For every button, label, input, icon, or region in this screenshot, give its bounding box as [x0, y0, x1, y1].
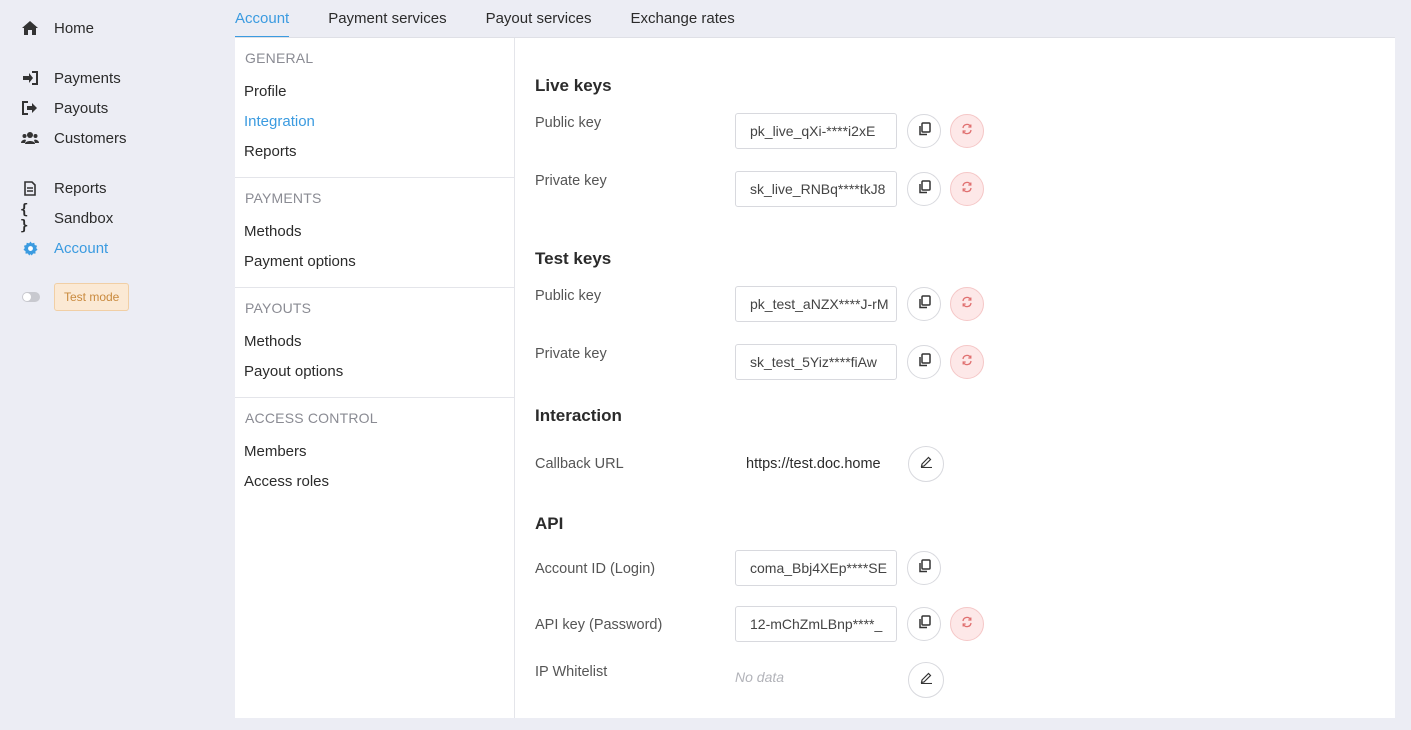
nav-item-customers[interactable]: Customers: [20, 126, 127, 150]
refresh-icon: [961, 353, 973, 371]
divider: [235, 177, 514, 178]
nav-item-label: Payments: [54, 69, 121, 87]
regenerate-button[interactable]: [950, 114, 984, 148]
nav-item-label: Account: [54, 239, 109, 257]
interaction-title: Interaction: [535, 406, 622, 425]
sign-out-icon: [20, 98, 40, 118]
copy-icon: [918, 294, 931, 314]
pencil-icon: [920, 455, 933, 473]
copy-button[interactable]: [907, 607, 941, 641]
subnav-item-profile[interactable]: Profile: [244, 83, 287, 100]
section-heading-access-control: ACCESS CONTROL: [245, 410, 378, 426]
copy-icon: [918, 614, 931, 634]
nav-item-label: Reports: [54, 179, 107, 197]
refresh-icon: [961, 122, 973, 140]
test-keys-title: Test keys: [535, 249, 612, 268]
callback-url-label: Callback URL: [535, 456, 624, 472]
subnav-item-payment-options[interactable]: Payment options: [244, 253, 356, 270]
braces-icon: { }: [20, 202, 29, 234]
account-id-label: Account ID (Login): [535, 561, 656, 577]
api-key-label: API key (Password): [535, 617, 663, 633]
test-mode-badge[interactable]: Test mode: [54, 283, 130, 311]
live-public-key-label: Public key: [535, 115, 602, 131]
refresh-icon: [961, 615, 973, 633]
gear-icon: [20, 238, 40, 258]
divider: [235, 397, 514, 398]
subnav-item-reports[interactable]: Reports: [244, 143, 297, 160]
ip-whitelist-empty: No data: [735, 669, 785, 685]
nav-item-label: Payouts: [54, 99, 109, 117]
nav-item-home[interactable]: Home: [20, 16, 94, 40]
regenerate-button[interactable]: [950, 172, 984, 206]
subnav-item-payout-options[interactable]: Payout options: [244, 363, 343, 380]
live-private-key-field[interactable]: sk_live_RNBq****tkJ8: [735, 171, 897, 207]
copy-button[interactable]: [907, 172, 941, 206]
divider: [235, 287, 514, 288]
refresh-icon: [961, 180, 973, 198]
account-id-field[interactable]: coma_Bbj4XEp****SE: [735, 550, 897, 586]
refresh-icon: [961, 295, 973, 313]
subnav-item-members[interactable]: Members: [244, 443, 307, 460]
regenerate-button[interactable]: [950, 345, 984, 379]
tab-account[interactable]: Account: [235, 0, 290, 38]
callback-url-value: https://test.doc.home: [746, 456, 881, 472]
tab-payout-services[interactable]: Payout services: [486, 0, 592, 38]
test-mode-control[interactable]: Test mode: [20, 283, 130, 311]
account-subnav: GENERAL Profile Integration Reports PAYM…: [235, 38, 515, 718]
users-icon: [20, 128, 40, 148]
copy-icon: [918, 179, 931, 199]
copy-button[interactable]: [907, 114, 941, 148]
live-public-key-field[interactable]: pk_live_qXi-****i2xE: [735, 113, 897, 149]
home-icon: [20, 18, 40, 38]
content-card: GENERAL Profile Integration Reports PAYM…: [235, 38, 1395, 718]
pencil-icon: [920, 671, 933, 689]
subnav-item-access-roles[interactable]: Access roles: [244, 473, 329, 490]
test-private-key-label: Private key: [535, 346, 607, 362]
subnav-item-payment-methods[interactable]: Methods: [244, 223, 302, 240]
copy-button[interactable]: [907, 287, 941, 321]
edit-whitelist-button[interactable]: [908, 662, 944, 698]
subnav-item-integration[interactable]: Integration: [244, 113, 315, 130]
api-key-field[interactable]: 12-mChZmLBnp****_: [735, 606, 897, 642]
regenerate-button[interactable]: [950, 607, 984, 641]
copy-icon: [918, 121, 931, 141]
tab-bar: Account Payment services Payout services…: [235, 0, 774, 38]
live-keys-title: Live keys: [535, 76, 612, 95]
edit-callback-button[interactable]: [908, 446, 944, 482]
copy-icon: [918, 352, 931, 372]
nav-item-label: Sandbox: [54, 209, 114, 227]
section-heading-general: GENERAL: [245, 50, 314, 66]
integration-panel: Live keys Public key pk_live_qXi-****i2x…: [515, 38, 1395, 718]
copy-button[interactable]: [907, 551, 941, 585]
nav-item-payments[interactable]: Payments: [20, 66, 121, 90]
ip-whitelist-label: IP Whitelist: [535, 664, 608, 680]
tab-payment-services[interactable]: Payment services: [328, 0, 446, 38]
regenerate-button[interactable]: [950, 287, 984, 321]
live-private-key-label: Private key: [535, 173, 607, 189]
tab-exchange-rates[interactable]: Exchange rates: [630, 0, 734, 38]
nav-item-account[interactable]: Account: [20, 236, 108, 260]
test-mode-toggle[interactable]: [22, 292, 40, 302]
nav-item-label: Customers: [54, 129, 127, 147]
copy-icon: [918, 558, 931, 578]
section-heading-payouts: PAYOUTS: [245, 300, 312, 316]
test-public-key-field[interactable]: pk_test_aNZX****J-rM: [735, 286, 897, 322]
test-private-key-field[interactable]: sk_test_5Yiz****fiAw: [735, 344, 897, 380]
nav-item-payouts[interactable]: Payouts: [20, 96, 108, 120]
nav-item-reports[interactable]: Reports: [20, 176, 107, 200]
section-heading-payments: PAYMENTS: [245, 190, 322, 206]
copy-button[interactable]: [907, 345, 941, 379]
nav-item-sandbox[interactable]: { } Sandbox: [20, 202, 114, 234]
test-public-key-label: Public key: [535, 288, 602, 304]
document-icon: [20, 178, 40, 198]
nav-item-label: Home: [54, 19, 95, 37]
subnav-item-payout-methods[interactable]: Methods: [244, 333, 302, 350]
api-title: API: [535, 514, 564, 533]
sign-in-icon: [20, 68, 40, 88]
sidebar: Home Payments Payouts Customers Reports …: [0, 0, 225, 730]
